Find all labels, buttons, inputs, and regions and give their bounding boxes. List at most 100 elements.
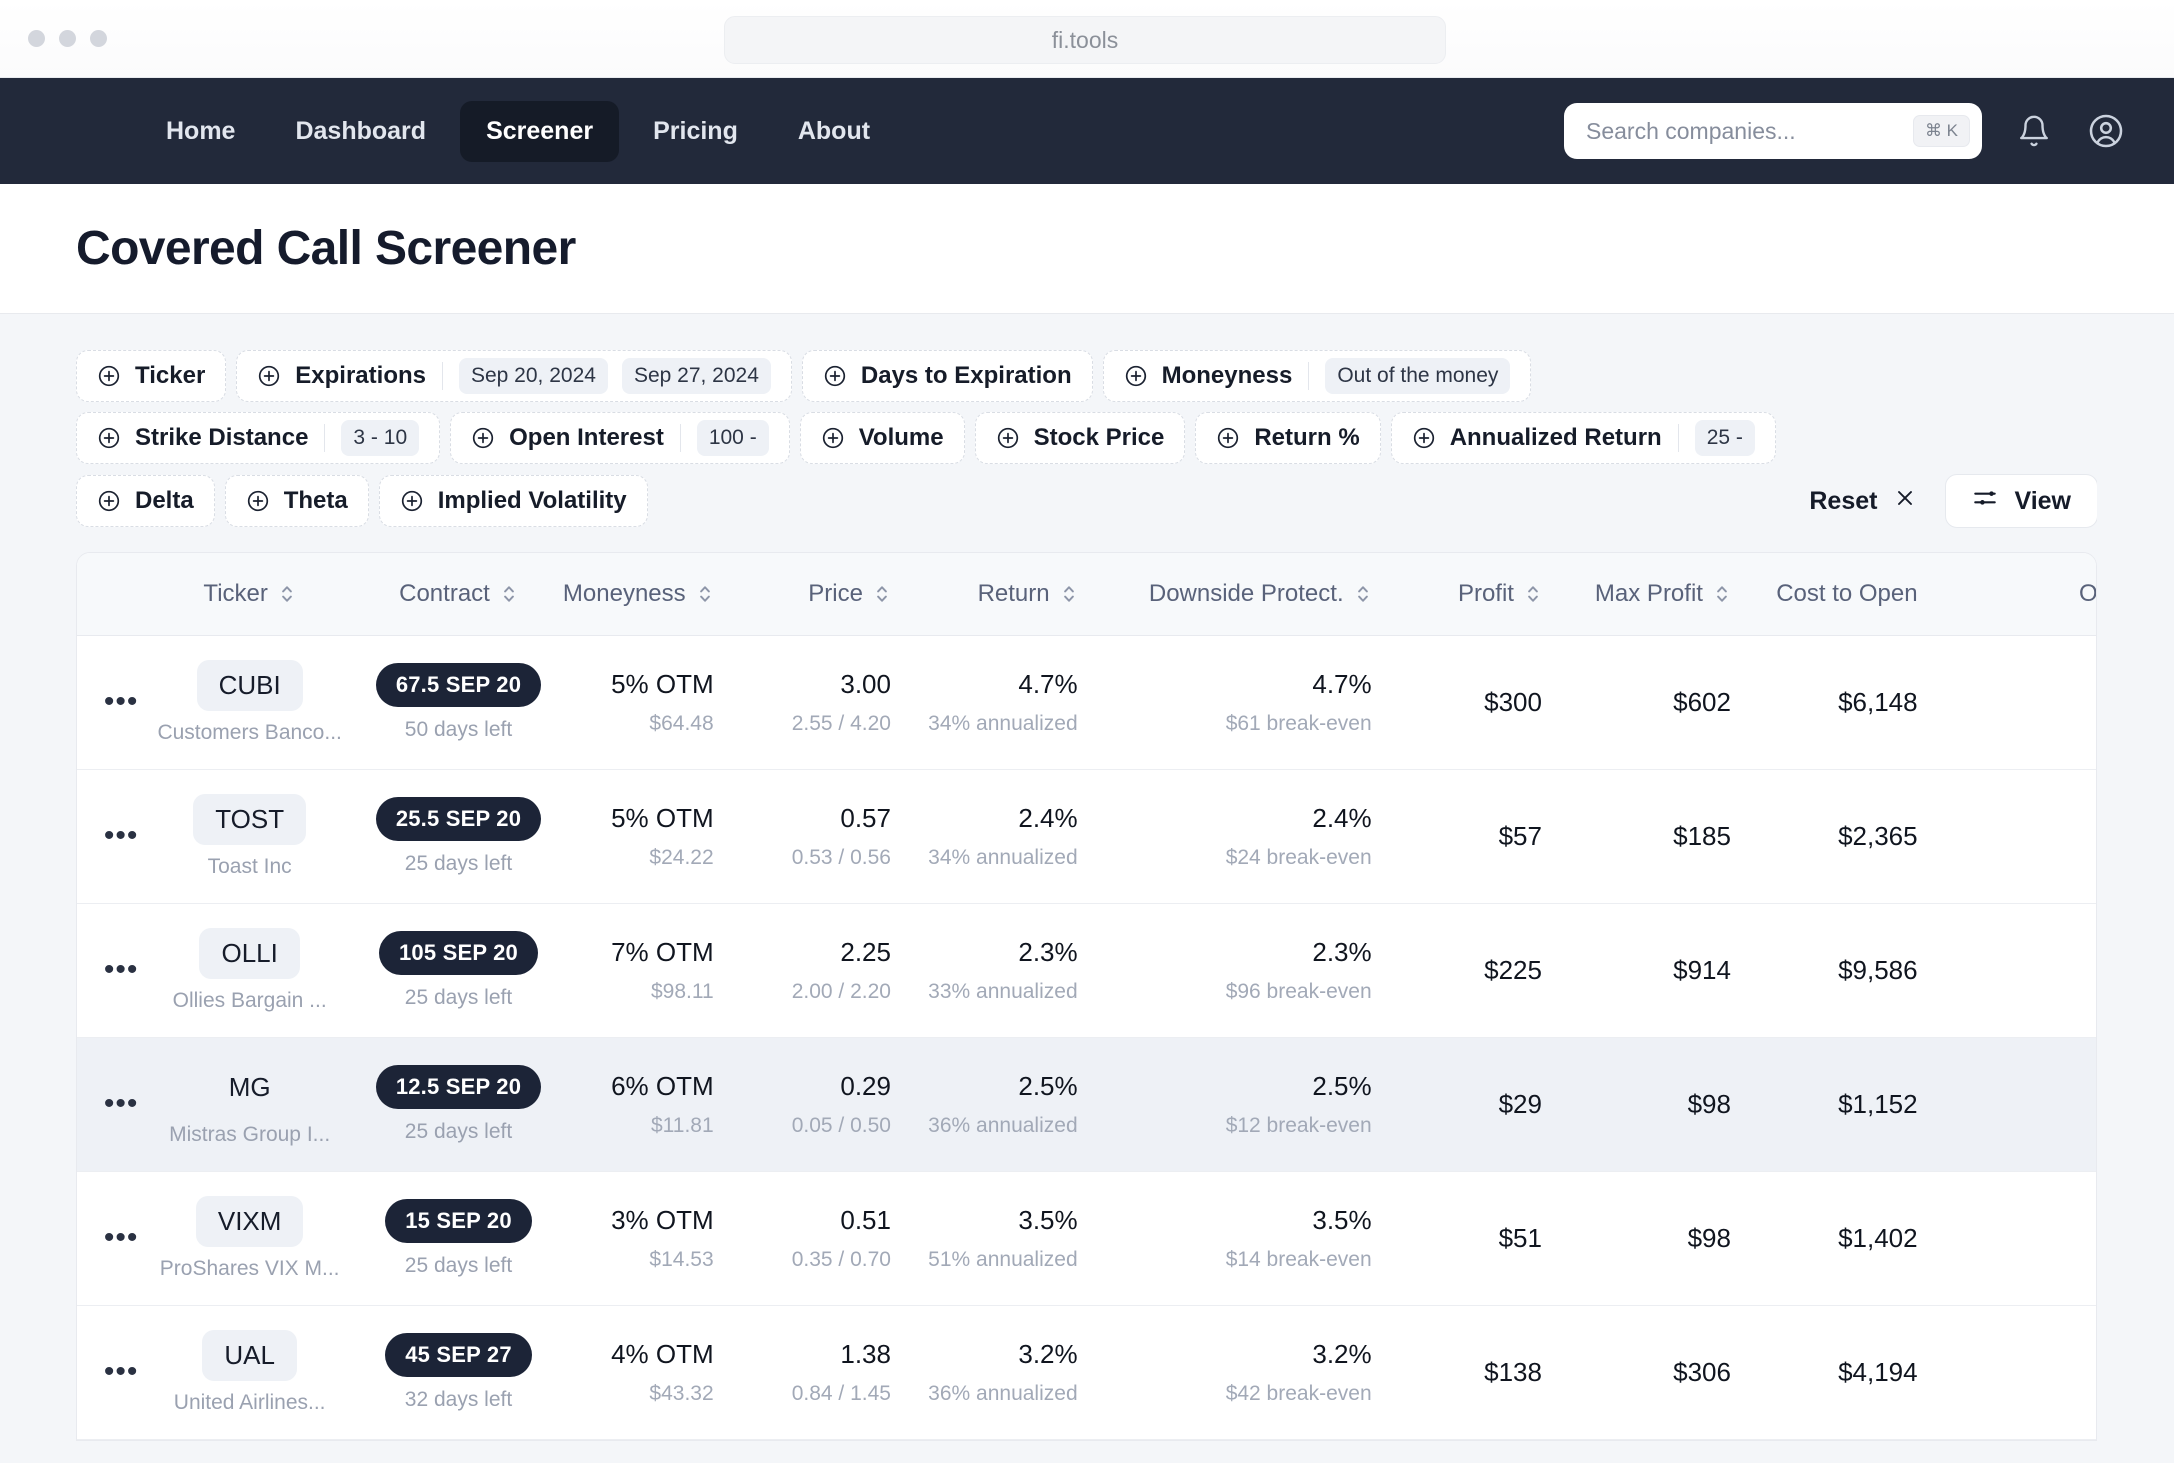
table-row[interactable]: ••• MG Mistras Group I... 12.5 SEP 20 25… bbox=[77, 1037, 2097, 1171]
filter-chip-theta[interactable]: Theta bbox=[225, 475, 369, 527]
maximize-window-button[interactable] bbox=[90, 30, 107, 47]
column-label: Moneyness bbox=[563, 580, 686, 608]
column-header-contract[interactable]: Contract bbox=[350, 553, 567, 635]
cell-ticker[interactable]: OLLI Ollies Bargain ... bbox=[149, 903, 350, 1037]
moneyness-value: 6% OTM bbox=[567, 1071, 714, 1102]
filter-chip-open-interest[interactable]: Open Interest 100 - bbox=[450, 412, 790, 464]
search-box[interactable]: ⌘ K bbox=[1564, 103, 1982, 159]
row-menu-button[interactable]: ••• bbox=[77, 1171, 149, 1305]
row-menu-button[interactable]: ••• bbox=[77, 769, 149, 903]
view-options-button[interactable]: View bbox=[1945, 474, 2098, 528]
reset-filters-button[interactable]: Reset bbox=[1803, 476, 1923, 527]
cell-ticker[interactable]: TOST Toast Inc bbox=[149, 769, 350, 903]
filter-chip-value[interactable]: Sep 27, 2024 bbox=[622, 358, 771, 394]
cell-cost-to-open: $4,194 bbox=[1757, 1305, 1944, 1439]
filter-chip-value[interactable]: 25 - bbox=[1695, 420, 1755, 456]
cell-contract: 45 SEP 27 32 days left bbox=[350, 1305, 567, 1439]
column-header-ticker[interactable]: Ticker bbox=[149, 553, 350, 635]
nav-item-home[interactable]: Home bbox=[140, 101, 261, 162]
column-header-open-interest[interactable]: Open I bbox=[1944, 553, 2097, 635]
option-price: 2.25 bbox=[740, 937, 891, 968]
filter-chip-expirations[interactable]: Expirations Sep 20, 2024 Sep 27, 2024 bbox=[236, 350, 792, 402]
row-menu-button[interactable]: ••• bbox=[77, 1305, 149, 1439]
cell-moneyness: 7% OTM $98.11 bbox=[567, 903, 740, 1037]
table-row[interactable]: ••• VIXM ProShares VIX M... 15 SEP 20 25… bbox=[77, 1171, 2097, 1305]
minimize-window-button[interactable] bbox=[59, 30, 76, 47]
downside-value: 2.5% bbox=[1104, 1071, 1372, 1102]
company-name: Customers Banco... bbox=[149, 721, 350, 745]
days-left: 25 days left bbox=[350, 852, 567, 876]
annualized-return: 33% annualized bbox=[917, 980, 1078, 1004]
row-menu-button[interactable]: ••• bbox=[77, 1037, 149, 1171]
cell-profit: $51 bbox=[1398, 1171, 1568, 1305]
user-avatar-icon[interactable] bbox=[2086, 111, 2126, 151]
filter-chip-value[interactable]: 3 - 10 bbox=[341, 420, 419, 456]
filter-chip-value[interactable]: Sep 20, 2024 bbox=[459, 358, 608, 394]
sort-icon[interactable] bbox=[1354, 581, 1372, 607]
cell-downside-protection: 2.5% $12 break-even bbox=[1104, 1037, 1398, 1171]
table-row[interactable]: ••• TOST Toast Inc 25.5 SEP 20 25 days l… bbox=[77, 769, 2097, 903]
cell-profit: $57 bbox=[1398, 769, 1568, 903]
sort-icon[interactable] bbox=[1060, 581, 1078, 607]
filter-chip-implied-volatility[interactable]: Implied Volatility bbox=[379, 475, 648, 527]
column-header-max-profit[interactable]: Max Profit bbox=[1568, 553, 1757, 635]
plus-circle-icon bbox=[1412, 426, 1436, 450]
cell-ticker[interactable]: UAL United Airlines... bbox=[149, 1305, 350, 1439]
cell-moneyness: 3% OTM $14.53 bbox=[567, 1171, 740, 1305]
filter-chip-value[interactable]: Out of the money bbox=[1325, 358, 1510, 394]
break-even: $96 break-even bbox=[1104, 980, 1372, 1004]
nav-item-about[interactable]: About bbox=[772, 101, 896, 162]
ticker-badge: OLLI bbox=[199, 928, 299, 979]
filter-chip-label: Volume bbox=[859, 424, 944, 452]
filter-chip-value[interactable]: 100 - bbox=[697, 420, 769, 456]
nav-item-pricing[interactable]: Pricing bbox=[627, 101, 764, 162]
row-menu-button[interactable]: ••• bbox=[77, 635, 149, 769]
option-price: 0.57 bbox=[740, 803, 891, 834]
filter-chip-label: Theta bbox=[284, 487, 348, 515]
table-row[interactable]: ••• CUBI Customers Banco... 67.5 SEP 20 … bbox=[77, 635, 2097, 769]
sort-icon[interactable] bbox=[696, 581, 714, 607]
table-row[interactable]: ••• UAL United Airlines... 45 SEP 27 32 … bbox=[77, 1305, 2097, 1439]
table-row[interactable]: ••• OLLI Ollies Bargain ... 105 SEP 20 2… bbox=[77, 903, 2097, 1037]
filter-chip-annualized-return[interactable]: Annualized Return 25 - bbox=[1391, 412, 1776, 464]
cell-return: 3.2% 36% annualized bbox=[917, 1305, 1104, 1439]
filter-chip-stock-price[interactable]: Stock Price bbox=[975, 412, 1186, 464]
row-menu-button[interactable]: ••• bbox=[77, 903, 149, 1037]
column-header-return[interactable]: Return bbox=[917, 553, 1104, 635]
cell-downside-protection: 4.7% $61 break-even bbox=[1104, 635, 1398, 769]
column-header-cost-to-open[interactable]: Cost to Open bbox=[1757, 553, 1944, 635]
filter-chip-return-percent[interactable]: Return % bbox=[1195, 412, 1380, 464]
filter-chip-delta[interactable]: Delta bbox=[76, 475, 215, 527]
column-header-price[interactable]: Price bbox=[740, 553, 917, 635]
divider bbox=[680, 424, 681, 452]
bell-icon[interactable] bbox=[2014, 111, 2054, 151]
column-header-profit[interactable]: Profit bbox=[1398, 553, 1568, 635]
column-header-moneyness[interactable]: Moneyness bbox=[567, 553, 740, 635]
sort-icon[interactable] bbox=[278, 581, 296, 607]
address-bar[interactable]: fi.tools bbox=[724, 16, 1446, 64]
cell-return: 2.5% 36% annualized bbox=[917, 1037, 1104, 1171]
cell-ticker[interactable]: CUBI Customers Banco... bbox=[149, 635, 350, 769]
sort-icon[interactable] bbox=[873, 581, 891, 607]
close-window-button[interactable] bbox=[28, 30, 45, 47]
filter-chip-volume[interactable]: Volume bbox=[800, 412, 965, 464]
filter-chip-strike-distance[interactable]: Strike Distance 3 - 10 bbox=[76, 412, 440, 464]
return-value: 2.5% bbox=[917, 1071, 1078, 1102]
cell-ticker[interactable]: MG Mistras Group I... bbox=[149, 1037, 350, 1171]
sort-icon[interactable] bbox=[1713, 581, 1731, 607]
bid-ask: 0.05 / 0.50 bbox=[740, 1114, 891, 1138]
plus-circle-icon bbox=[97, 426, 121, 450]
filter-chip-ticker[interactable]: Ticker bbox=[76, 350, 226, 402]
nav-item-dashboard[interactable]: Dashboard bbox=[269, 101, 452, 162]
cell-downside-protection: 2.4% $24 break-even bbox=[1104, 769, 1398, 903]
filter-chip-days-to-expiration[interactable]: Days to Expiration bbox=[802, 350, 1093, 402]
column-header-downside-protection[interactable]: Downside Protect. bbox=[1104, 553, 1398, 635]
bid-ask: 2.00 / 2.20 bbox=[740, 980, 891, 1004]
cell-ticker[interactable]: VIXM ProShares VIX M... bbox=[149, 1171, 350, 1305]
filter-chip-moneyness[interactable]: Moneyness Out of the money bbox=[1103, 350, 1532, 402]
cell-open-interest bbox=[1944, 903, 2097, 1037]
nav-item-screener[interactable]: Screener bbox=[460, 101, 619, 162]
search-input[interactable] bbox=[1586, 118, 1903, 145]
sort-icon[interactable] bbox=[500, 581, 518, 607]
sort-icon[interactable] bbox=[1524, 581, 1542, 607]
